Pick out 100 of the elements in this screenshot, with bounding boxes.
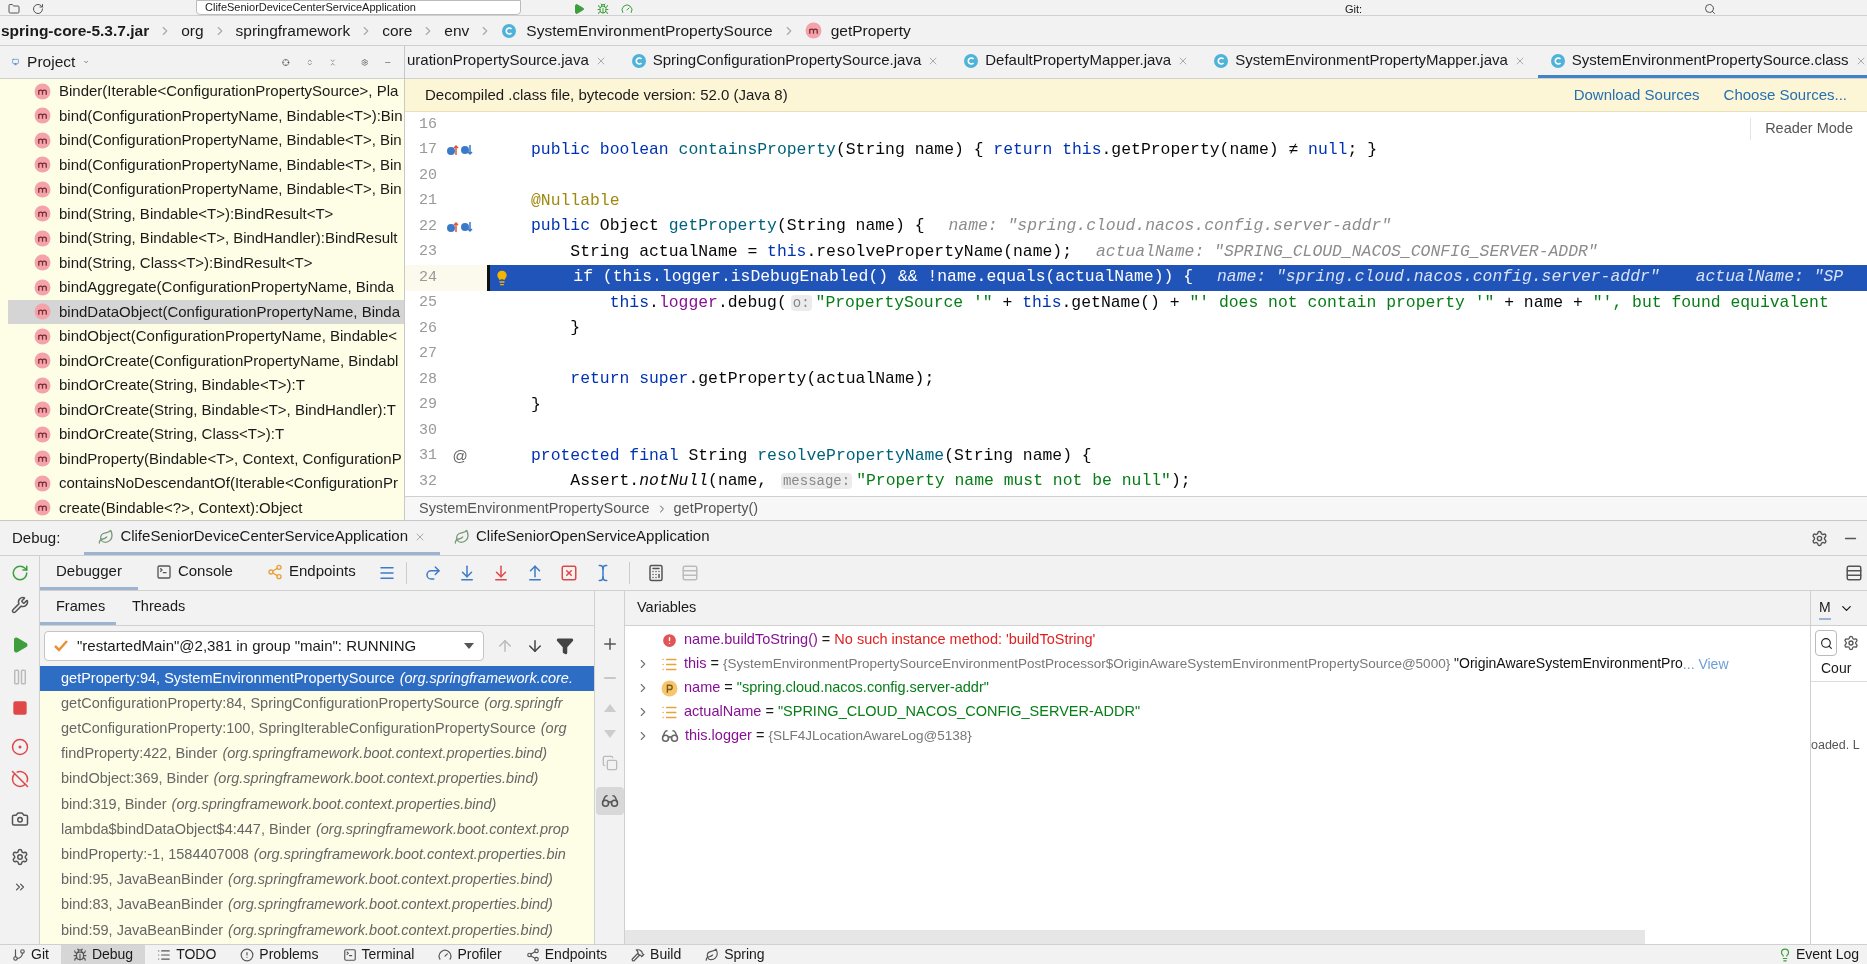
- stack-frame[interactable]: lambda$bindDataObject$4:447, Binder (org.springframework.boot.context.prop: [40, 817, 594, 843]
- tree-item[interactable]: bind(ConfigurationPropertyName, Bindable<T>, Bin: [8, 128, 404, 153]
- tool-window-button[interactable]: Profiler: [426, 945, 514, 964]
- tree-item[interactable]: bindObject(ConfigurationPropertyName, Bindable<: [8, 324, 404, 349]
- stack-frame[interactable]: bind:95, JavaBeanBinder (org.springframework.boot.context.properties.bind): [40, 867, 594, 893]
- run-icon[interactable]: [573, 3, 585, 15]
- camera-icon[interactable]: [10, 810, 29, 828]
- editor-tab[interactable]: urationPropertySource.java: [405, 46, 619, 78]
- stack-frame[interactable]: findProperty:422, Binder (org.springframework.boot.context.properties.bind): [40, 741, 594, 767]
- search-icon[interactable]: [1704, 3, 1717, 15]
- tree-item[interactable]: bind(String, Bindable<T>, BindHandler):BindResult: [8, 226, 404, 251]
- drop-frame-icon[interactable]: [559, 564, 578, 582]
- editor-tab[interactable]: SystemEnvironmentPropertyMapper.java: [1201, 46, 1538, 78]
- breadcrumb-item[interactable]: org: [181, 18, 204, 43]
- next-frame-icon[interactable]: [526, 637, 544, 655]
- path-item[interactable]: SystemEnvironmentPropertySource: [419, 497, 650, 520]
- method-icon: [34, 499, 51, 517]
- tool-window-button[interactable]: Debug: [60, 945, 146, 964]
- filter-icon[interactable]: [556, 637, 574, 655]
- event-log-button[interactable]: Event Log: [1777, 944, 1859, 964]
- debug-icon[interactable]: [597, 3, 609, 15]
- tree-item[interactable]: bindOrCreate(ConfigurationPropertyName, Bindabl: [8, 348, 404, 373]
- line-number: 23: [418, 242, 437, 262]
- tree-item[interactable]: bind(String, Class<T>):BindResult<T>: [8, 250, 404, 275]
- refresh-icon[interactable]: [32, 3, 44, 15]
- frames-tab[interactable]: Threads: [116, 591, 202, 625]
- save-icon[interactable]: [8, 3, 20, 15]
- tool-window-button[interactable]: Endpoints: [513, 945, 620, 964]
- code-text: Assert.notNull(name, message: "Property name must not be null");: [569, 470, 1191, 493]
- mute-breakpoints-icon[interactable]: [10, 770, 29, 788]
- stack-frame[interactable]: bind:83, JavaBeanBinder (org.springframework.boot.context.properties.bind): [40, 892, 594, 918]
- search-field[interactable]: [1815, 630, 1837, 656]
- move-down-icon: [602, 729, 617, 739]
- step-over-icon[interactable]: [423, 564, 442, 582]
- method-icon: [34, 450, 51, 468]
- stack-frame[interactable]: getProperty:94, SystemEnvironmentPropertySource (org.springframework.core.: [40, 666, 594, 692]
- search-icon: [1819, 636, 1833, 650]
- stack-frame[interactable]: bind:319, Binder (org.springframework.boot.context.properties.bind): [40, 791, 594, 818]
- run-configuration-dropdown[interactable]: ClifeSeniorDeviceCenterServiceApplication: [196, 0, 521, 15]
- frames-menu-icon[interactable]: [377, 564, 396, 582]
- profiler-icon[interactable]: [621, 3, 633, 15]
- tree-item[interactable]: bind(ConfigurationPropertyName, Bindable<T>, Bin: [8, 152, 404, 177]
- tool-tab[interactable]: Endpoints: [250, 556, 372, 590]
- stack-frame[interactable]: bind:59, JavaBeanBinder (org.springframework.boot.context.properties.bind): [40, 917, 594, 944]
- tree-item[interactable]: bindProperty(Bindable<T>, Context, ConfigurationP: [8, 446, 404, 471]
- tree-item[interactable]: bind(ConfigurationPropertyName, Bindable<T>):Bin: [8, 103, 404, 128]
- stack-frame[interactable]: bindObject:369, Binder (org.springframework.boot.context.properties.bind): [40, 766, 594, 792]
- breadcrumb-item[interactable]: core: [382, 18, 413, 43]
- tree-item[interactable]: Binder(Iterable<ConfigurationPropertySource>, Pla: [8, 79, 404, 104]
- line-number: 16: [418, 114, 437, 135]
- tool-window-button[interactable]: Spring: [693, 945, 777, 964]
- thread-dropdown[interactable]: "restartedMain"@2,381 in group "main": RUNNING: [44, 631, 484, 661]
- breadcrumb-item[interactable]: getProperty: [830, 18, 911, 43]
- settings-icon[interactable]: [1811, 529, 1828, 547]
- reader-mode-link[interactable]: Reader Mode: [1750, 118, 1853, 140]
- evaluate-icon[interactable]: [646, 564, 665, 582]
- breakpoints-icon[interactable]: [10, 738, 29, 756]
- tool-tab[interactable]: Console: [139, 556, 249, 590]
- breadcrumb-item[interactable]: SystemEnvironmentPropertySource: [526, 18, 773, 43]
- editor-tab[interactable]: DefaultPropertyMapper.java: [951, 46, 1202, 78]
- stack-frame[interactable]: getConfigurationProperty:100, SpringIterableConfigurationPropertySource (org: [40, 716, 594, 742]
- settings-icon[interactable]: [1843, 635, 1859, 651]
- banner-link[interactable]: Download Sources: [1573, 83, 1700, 107]
- session-tab[interactable]: ClifeSeniorOpenServiceApplication: [440, 521, 724, 555]
- frames-tab[interactable]: Frames: [40, 591, 116, 625]
- tool-tab[interactable]: Debugger: [40, 556, 138, 590]
- tree-item[interactable]: bindAggregate(ConfigurationPropertyName, Binda: [8, 275, 404, 300]
- path-item[interactable]: getProperty(): [673, 497, 759, 520]
- panel-tab[interactable]: M: [1819, 596, 1831, 620]
- panel-title[interactable]: Project: [27, 50, 76, 74]
- tree-item[interactable]: bindOrCreate(String, Class<T>):T: [8, 422, 404, 447]
- code-text: @Nullable: [531, 189, 620, 212]
- glasses-icon: [600, 792, 619, 810]
- editor-tab[interactable]: SpringConfigurationPropertySource.java: [618, 46, 952, 78]
- tool-window-button[interactable]: Git: [0, 945, 61, 964]
- session-tab[interactable]: ClifeSeniorDeviceCenterServiceApplication: [84, 521, 440, 555]
- tree-item[interactable]: containsNoDescendantOf(Iterable<ConfigurationPr: [8, 471, 404, 496]
- stop-icon[interactable]: [11, 700, 28, 716]
- tool-window-button[interactable]: Build: [619, 945, 694, 964]
- tree-item[interactable]: create(Bindable<?>, Context):Object: [8, 495, 404, 520]
- rerun-icon[interactable]: [10, 564, 29, 582]
- breadcrumb-item[interactable]: spring-core-5.3.7.jar: [1, 18, 150, 43]
- stack-frame[interactable]: getConfigurationProperty:84, SpringConfigurationPropertySource (org.springfr: [40, 691, 594, 717]
- watches-toggle[interactable]: [595, 787, 624, 815]
- tool-window-button[interactable]: Problems: [228, 945, 331, 964]
- tool-window-button[interactable]: TODO: [145, 945, 229, 964]
- tree-item[interactable]: bindDataObject(ConfigurationPropertyName, Binda: [8, 299, 404, 324]
- layout-icon[interactable]: [1845, 564, 1863, 582]
- banner-link[interactable]: Choose Sources...: [1723, 83, 1847, 107]
- breadcrumb-item[interactable]: env: [444, 18, 470, 43]
- tool-window-button[interactable]: Terminal: [330, 945, 427, 964]
- settings-icon[interactable]: [10, 848, 29, 866]
- breadcrumb-item[interactable]: springframework: [235, 18, 351, 43]
- stack-frame[interactable]: bindProperty:-1, 1584407008 (org.springframework.boot.context.properties.bin: [40, 842, 594, 868]
- tree-item[interactable]: bindOrCreate(String, Bindable<T>, BindHandler):T: [8, 397, 404, 422]
- tree-item[interactable]: bindOrCreate(String, Bindable<T>):T: [8, 373, 404, 398]
- tree-item[interactable]: bind(ConfigurationPropertyName, Bindable<T>, Bin: [8, 177, 404, 202]
- status-text: oaded. L: [1811, 738, 1860, 752]
- wrench-icon[interactable]: [10, 596, 29, 614]
- tree-item[interactable]: bind(String, Bindable<T>):BindResult<T>: [8, 201, 404, 226]
